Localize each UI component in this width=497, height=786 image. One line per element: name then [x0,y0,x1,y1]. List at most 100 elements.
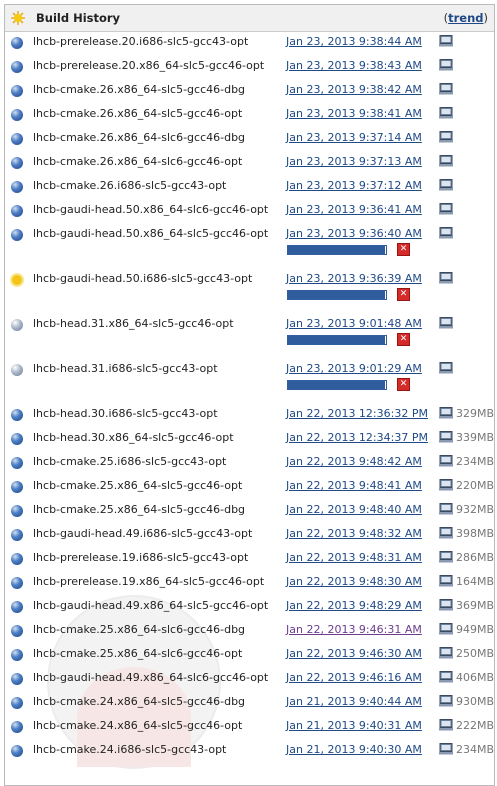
console-output-icon[interactable] [439,179,453,191]
build-row: lhcb-cmake.24.x86_64-slc5-gcc46-dbg Jan 2… [5,692,494,712]
console-output-icon[interactable] [439,155,453,167]
cancel-build-icon[interactable]: ✕ [397,243,410,256]
cancel-build-icon[interactable]: ✕ [397,333,410,346]
blue-ball-icon [11,181,23,193]
build-date-link[interactable]: Jan 21, 2013 9:40:44 AM [286,695,422,708]
console-output-icon[interactable] [439,317,453,329]
blue-ball-icon [11,481,23,493]
build-date-link[interactable]: Jan 23, 2013 9:36:39 AM [286,272,422,285]
build-size: 949MB [456,623,495,636]
build-date-link[interactable]: Jan 22, 2013 9:48:32 AM [286,527,422,540]
build-date-link[interactable]: Jan 22, 2013 12:34:37 PM [286,431,428,444]
build-date-link[interactable]: Jan 21, 2013 9:40:31 AM [286,719,422,732]
build-size: 932MB [456,503,495,516]
console-output-icon[interactable] [439,623,453,635]
console-output-icon[interactable] [439,599,453,611]
build-date-link[interactable]: Jan 22, 2013 9:48:42 AM [286,455,422,468]
console-output-icon[interactable] [439,431,453,443]
console-output-icon[interactable] [439,647,453,659]
console-output-icon[interactable] [439,203,453,215]
build-date-link[interactable]: Jan 22, 2013 9:48:30 AM [286,575,422,588]
build-row: lhcb-cmake.26.x86_64-slc5-gcc46-dbg Jan 2… [5,80,494,100]
cancel-build-icon[interactable]: ✕ [397,378,410,391]
build-name: lhcb-cmake.26.x86_64-slc5-gcc46-dbg [33,83,246,96]
grey-ball-icon [11,319,23,331]
build-progress-bar[interactable] [287,380,387,390]
build-date-link[interactable]: Jan 23, 2013 9:38:42 AM [286,83,422,96]
progress-fill [288,246,386,254]
build-date-link[interactable]: Jan 23, 2013 9:01:48 AM [286,317,422,330]
sun-icon [11,274,23,286]
console-output-icon[interactable] [439,407,453,419]
build-size: 234MB [456,455,495,468]
build-date-link[interactable]: Jan 23, 2013 9:38:41 AM [286,107,422,120]
console-output-icon[interactable] [439,695,453,707]
build-name: lhcb-head.30.i686-slc5-gcc43-opt [33,407,218,420]
trend-link[interactable]: trend [448,11,483,25]
build-date-link[interactable]: Jan 22, 2013 9:48:41 AM [286,479,422,492]
console-output-icon[interactable] [439,131,453,143]
build-name: lhcb-gaudi-head.49.x86_64-slc6-gcc46-opt [33,671,269,684]
build-size: 164MB [456,575,495,588]
build-date-link[interactable]: Jan 22, 2013 9:46:30 AM [286,647,422,660]
build-row: lhcb-prerelease.20.x86_64-slc5-gcc46-opt… [5,56,494,76]
build-date-link[interactable]: Jan 22, 2013 9:48:40 AM [286,503,422,516]
build-date-link[interactable]: Jan 23, 2013 9:37:13 AM [286,155,422,168]
blue-ball-icon [11,37,23,49]
console-output-icon[interactable] [439,503,453,515]
build-date-link[interactable]: Jan 23, 2013 9:36:41 AM [286,203,422,216]
build-date-link[interactable]: Jan 22, 2013 9:46:31 AM [286,623,422,636]
console-output-icon[interactable] [439,35,453,47]
build-progress-bar[interactable] [287,335,387,345]
build-date-link[interactable]: Jan 22, 2013 9:48:31 AM [286,551,422,564]
console-output-icon[interactable] [439,107,453,119]
build-date-link[interactable]: Jan 23, 2013 9:38:43 AM [286,59,422,72]
console-output-icon[interactable] [439,551,453,563]
console-output-icon[interactable] [439,455,453,467]
console-output-icon[interactable] [439,59,453,71]
blue-ball-icon [11,133,23,145]
blue-ball-icon [11,697,23,709]
build-date-link[interactable]: Jan 21, 2013 9:40:30 AM [286,743,422,756]
build-row: lhcb-head.30.i686-slc5-gcc43-opt Jan 22, … [5,404,494,424]
build-row: lhcb-gaudi-head.49.i686-slc5-gcc43-opt Ja… [5,524,494,544]
build-date-link[interactable]: Jan 22, 2013 9:46:16 AM [286,671,422,684]
build-progress-bar[interactable] [287,245,387,255]
build-row: lhcb-cmake.26.x86_64-slc6-gcc46-dbg Jan 2… [5,128,494,148]
console-output-icon[interactable] [439,479,453,491]
build-name: lhcb-head.31.x86_64-slc5-gcc46-opt [33,317,234,330]
console-output-icon[interactable] [439,671,453,683]
build-name: lhcb-cmake.25.x86_64-slc6-gcc46-dbg [33,623,246,636]
console-output-icon[interactable] [439,362,453,374]
console-output-icon[interactable] [439,719,453,731]
console-output-icon[interactable] [439,83,453,95]
build-name: lhcb-gaudi-head.50.i686-slc5-gcc43-opt [33,272,253,285]
build-size: 339MB [456,431,495,444]
build-progress-bar[interactable] [287,290,387,300]
build-name: lhcb-prerelease.20.i686-slc5-gcc43-opt [33,35,249,48]
build-name: lhcb-cmake.26.x86_64-slc5-gcc46-opt [33,107,243,120]
build-date-link[interactable]: Jan 23, 2013 9:38:44 AM [286,35,422,48]
build-row: lhcb-gaudi-head.50.x86_64-slc5-gcc46-opt… [5,224,494,244]
build-name: lhcb-gaudi-head.49.i686-slc5-gcc43-opt [33,527,253,540]
cancel-build-icon[interactable]: ✕ [397,288,410,301]
console-output-icon[interactable] [439,743,453,755]
build-name: lhcb-cmake.25.x86_64-slc5-gcc46-dbg [33,503,246,516]
build-date-link[interactable]: Jan 23, 2013 9:37:14 AM [286,131,422,144]
build-date-link[interactable]: Jan 23, 2013 9:01:29 AM [286,362,422,375]
build-date-link[interactable]: Jan 23, 2013 9:37:12 AM [286,179,422,192]
console-output-icon[interactable] [439,527,453,539]
blue-ball-icon [11,409,23,421]
build-date-link[interactable]: Jan 22, 2013 12:36:32 PM [286,407,428,420]
console-output-icon[interactable] [439,272,453,284]
build-date-link[interactable]: Jan 22, 2013 9:48:29 AM [286,599,422,612]
blue-ball-icon [11,673,23,685]
build-name: lhcb-cmake.26.i686-slc5-gcc43-opt [33,179,227,192]
build-row: lhcb-head.31.i686-slc5-gcc43-opt Jan 23, … [5,359,494,379]
build-history-panel: Build History (trend) lhcb-prerelease.20… [4,4,495,786]
console-output-icon[interactable] [439,227,453,239]
build-size: 398MB [456,527,495,540]
blue-ball-icon [11,745,23,757]
console-output-icon[interactable] [439,575,453,587]
build-date-link[interactable]: Jan 23, 2013 9:36:40 AM [286,227,422,240]
